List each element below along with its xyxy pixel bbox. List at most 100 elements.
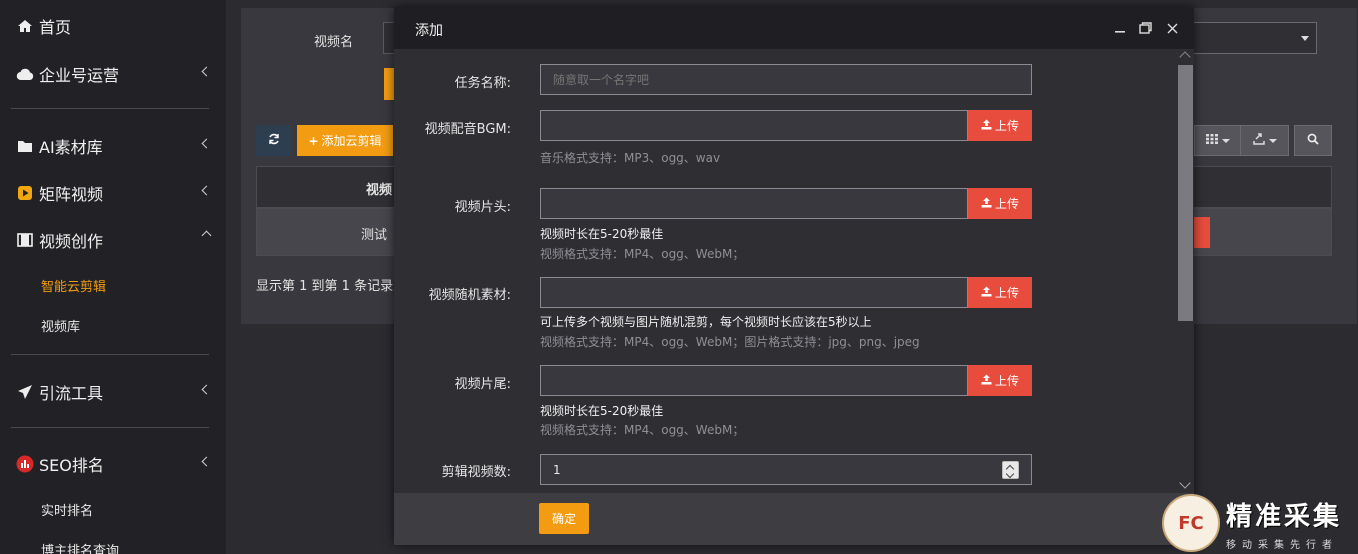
grid-icon — [1205, 134, 1218, 147]
column-header-video: 视频 — [366, 183, 393, 198]
sidebar-subitem-blogger-rank[interactable]: 博主排名查询 — [41, 540, 119, 554]
bgm-format-hint: 音乐格式支持：MP3、ogg、wav — [540, 151, 721, 165]
sidebar-item-label: 视频创作 — [39, 232, 104, 251]
scroll-thumb[interactable] — [1178, 65, 1193, 321]
sidebar-divider — [11, 108, 209, 109]
export-button[interactable] — [1240, 125, 1289, 156]
watermark-subtitle: 移动采集先行者 — [1226, 540, 1338, 551]
sidebar: 首页 企业号运营 AI素材库 矩阵视频 视频创作 智能云剪辑 视频库 引流工具 … — [0, 0, 226, 554]
bgm-label: 视频配音BGM: — [424, 122, 511, 137]
number-stepper[interactable] — [1002, 461, 1019, 479]
sidebar-subitem-smart-edit[interactable]: 智能云剪辑 — [41, 276, 106, 295]
sidebar-item-label: SEO排名 — [39, 456, 104, 475]
watermark-logo: FC 精准采集 移动采集先行者 — [1162, 494, 1358, 554]
add-dialog: 添加 任务名称: 视频配音BGM: 上传 音乐格式支持：MP3、ogg、wav … — [394, 7, 1194, 545]
outro-duration-hint: 视频时长在5-20秒最佳 — [540, 404, 664, 418]
upload-icon — [981, 286, 992, 300]
plus-icon: + — [308, 133, 319, 148]
outro-input[interactable] — [540, 365, 968, 396]
scroll-down-icon[interactable] — [1179, 477, 1191, 489]
sidebar-item-label: 矩阵视频 — [39, 185, 104, 204]
pagination-info: 显示第 1 到第 1 条记录， — [256, 279, 407, 294]
sidebar-item-enterprise[interactable]: 企业号运营 — [16, 60, 216, 88]
caret-down-icon — [1301, 36, 1309, 41]
intro-label: 视频片头: — [454, 200, 511, 215]
chevron-down-icon — [201, 230, 212, 241]
chevron-left-icon — [201, 66, 212, 77]
intro-upload-button[interactable]: 上传 — [968, 188, 1032, 219]
video-count-input[interactable]: 1 — [540, 454, 1032, 485]
sidebar-item-ai-library[interactable]: AI素材库 — [16, 132, 216, 160]
sidebar-item-label: 首页 — [39, 18, 72, 37]
search-toggle-button[interactable] — [1294, 125, 1332, 156]
dialog-header: 添加 — [394, 7, 1194, 49]
chevron-left-icon — [201, 384, 212, 395]
outro-format-hint: 视频格式支持：MP4、ogg、WebM； — [540, 423, 745, 437]
cell-video-name: 测试 — [361, 228, 388, 243]
filter-select[interactable] — [1190, 22, 1317, 54]
refresh-icon — [268, 133, 280, 149]
upload-icon — [981, 374, 992, 388]
sidebar-subitem-realtime-rank[interactable]: 实时排名 — [41, 500, 93, 519]
play-icon — [16, 184, 34, 202]
add-cloud-edit-button[interactable]: + 添加云剪辑 — [297, 125, 393, 156]
confirm-button[interactable]: 确定 — [539, 503, 589, 534]
intro-input[interactable] — [540, 188, 968, 219]
maximize-icon[interactable] — [1138, 21, 1152, 35]
sidebar-divider — [11, 427, 209, 428]
filter-label: 视频名 — [314, 35, 354, 50]
intro-format-hint: 视频格式支持：MP4、ogg、WebM； — [540, 247, 745, 261]
bgm-input[interactable] — [540, 110, 968, 141]
bgm-upload-button[interactable]: 上传 — [968, 110, 1032, 141]
dialog-body: 任务名称: 视频配音BGM: 上传 音乐格式支持：MP3、ogg、wav 视频片… — [394, 49, 1177, 493]
search-icon — [1307, 133, 1319, 148]
columns-toggle-button[interactable] — [1194, 125, 1241, 156]
watermark-title: 精准采集 — [1226, 502, 1343, 532]
intro-duration-hint: 视频时长在5-20秒最佳 — [540, 227, 664, 241]
sidebar-item-home[interactable]: 首页 — [16, 12, 216, 40]
sidebar-divider — [11, 354, 209, 355]
scroll-up-icon[interactable] — [1179, 51, 1191, 63]
sidebar-item-traffic-tools[interactable]: 引流工具 — [16, 378, 216, 406]
watermark-seal: FC — [1162, 494, 1220, 552]
sidebar-item-video-creation[interactable]: 视频创作 — [16, 226, 216, 254]
task-name-label: 任务名称: — [454, 76, 511, 91]
upload-icon — [981, 197, 992, 211]
chevron-left-icon — [201, 185, 212, 196]
sidebar-item-seo[interactable]: SEO排名 — [16, 450, 216, 478]
upload-icon — [981, 119, 992, 133]
sidebar-item-label: 引流工具 — [39, 384, 104, 403]
row-delete-button[interactable] — [1194, 217, 1210, 248]
bar-chart-icon — [16, 455, 34, 473]
paper-plane-icon — [16, 383, 34, 401]
outro-upload-button[interactable]: 上传 — [968, 365, 1032, 396]
sidebar-subitem-video-library[interactable]: 视频库 — [41, 316, 80, 335]
minimize-icon[interactable] — [1113, 21, 1127, 35]
outro-label: 视频片尾: — [454, 377, 511, 392]
sidebar-item-matrix-video[interactable]: 矩阵视频 — [16, 179, 216, 207]
dialog-scrollbar[interactable] — [1177, 49, 1194, 493]
random-material-duration-hint: 可上传多个视频与图片随机混剪，每个视频时长应该在5秒以上 — [540, 315, 872, 329]
random-material-format-hint: 视频格式支持：MP4、ogg、WebM；图片格式支持：jpg、png、jpeg — [540, 335, 920, 349]
chevron-left-icon — [201, 138, 212, 149]
random-material-label: 视频随机素材: — [428, 288, 511, 303]
chevron-left-icon — [201, 456, 212, 467]
dialog-title: 添加 — [415, 23, 443, 39]
caret-down-icon — [1268, 138, 1277, 143]
random-material-upload-button[interactable]: 上传 — [968, 277, 1032, 308]
home-icon — [16, 17, 34, 35]
folder-icon — [16, 137, 34, 155]
caret-down-icon — [1221, 138, 1230, 143]
sidebar-item-label: AI素材库 — [39, 138, 103, 157]
export-icon — [1252, 133, 1265, 148]
task-name-input[interactable] — [540, 64, 1032, 95]
dialog-footer: 确定 — [394, 493, 1194, 545]
search-button[interactable] — [384, 68, 394, 100]
video-count-label: 剪辑视频数: — [441, 465, 511, 480]
random-material-input[interactable] — [540, 277, 968, 308]
film-icon — [16, 231, 34, 249]
refresh-button[interactable] — [256, 125, 292, 156]
sidebar-item-label: 企业号运营 — [39, 66, 120, 85]
cloud-icon — [16, 65, 34, 83]
close-icon[interactable] — [1165, 21, 1179, 35]
